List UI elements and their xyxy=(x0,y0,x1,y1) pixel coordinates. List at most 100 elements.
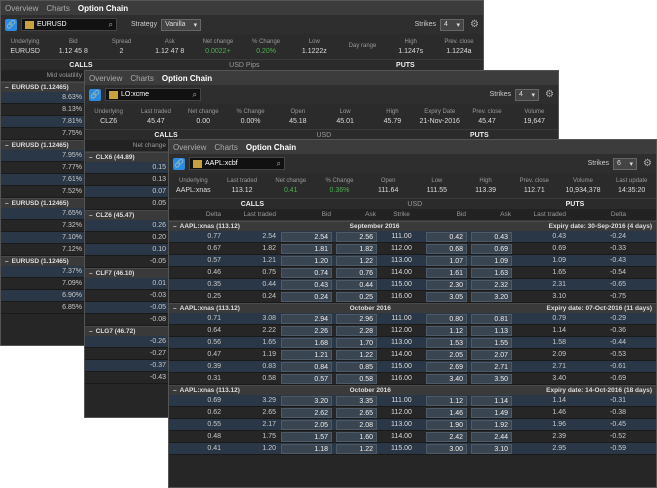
tab-option-chain[interactable]: Option Chain xyxy=(246,143,296,152)
cell-bid[interactable]: 2.05 xyxy=(281,419,332,430)
cell-bid[interactable]: 3.05 xyxy=(426,291,467,302)
cell-bid[interactable]: 1.90 xyxy=(426,419,467,430)
cell-ask[interactable]: 2.44 xyxy=(471,431,512,442)
gear-icon[interactable]: ⚙ xyxy=(643,158,652,169)
cell-ask[interactable]: 2.32 xyxy=(471,279,512,290)
symbol-input[interactable]: AAPL:xcbf ⌕ xyxy=(189,157,285,170)
cell-ask[interactable]: 2.65 xyxy=(336,407,377,418)
cell-ask[interactable]: 0.81 xyxy=(471,313,512,324)
collapse-icon[interactable]: – xyxy=(5,142,9,149)
collapse-icon[interactable]: – xyxy=(5,200,9,207)
strategy-select[interactable]: Vanilla ▾ xyxy=(161,18,202,31)
tab-overview[interactable]: Overview xyxy=(89,74,122,83)
cell-ask[interactable]: 1.60 xyxy=(336,431,377,442)
cell-bid[interactable]: 1.61 xyxy=(426,267,467,278)
collapse-icon[interactable]: – xyxy=(173,223,177,230)
cell-bid[interactable]: 0.74 xyxy=(281,267,332,278)
cell-ask[interactable]: 0.58 xyxy=(336,373,377,384)
cell-ask[interactable]: 2.96 xyxy=(336,313,377,324)
cell-bid[interactable]: 2.54 xyxy=(281,231,332,242)
cell-ask[interactable]: 1.70 xyxy=(336,337,377,348)
collapse-icon[interactable]: – xyxy=(89,328,93,335)
cell-ask[interactable]: 1.92 xyxy=(471,419,512,430)
column-strike[interactable]: Strike xyxy=(379,211,424,218)
tab-overview[interactable]: Overview xyxy=(5,4,38,13)
collapse-icon[interactable]: – xyxy=(89,270,93,277)
cell-bid[interactable]: 3.00 xyxy=(426,443,467,454)
cell-bid[interactable]: 1.21 xyxy=(281,349,332,360)
cell-ask[interactable]: 0.69 xyxy=(471,243,512,254)
cell-bid[interactable]: 0.42 xyxy=(426,231,467,242)
cell-bid[interactable]: 2.94 xyxy=(281,313,332,324)
strikes-select[interactable]: 6 ▾ xyxy=(613,157,638,170)
strikes-select[interactable]: 4 ▾ xyxy=(440,18,465,31)
cell-ask[interactable]: 0.85 xyxy=(336,361,377,372)
cell-bid[interactable]: 1.12 xyxy=(426,325,467,336)
tab-overview[interactable]: Overview xyxy=(173,143,206,152)
cell-ask[interactable]: 1.49 xyxy=(471,407,512,418)
cell-ask[interactable]: 2.08 xyxy=(336,419,377,430)
cell-bid[interactable]: 1.68 xyxy=(281,337,332,348)
cell-ask[interactable]: 3.35 xyxy=(336,395,377,406)
search-icon[interactable]: ⌕ xyxy=(193,90,197,100)
column-bid[interactable]: Bid xyxy=(279,211,334,218)
cell-bid[interactable]: 1.46 xyxy=(426,407,467,418)
column-last-traded[interactable]: Last traded xyxy=(514,211,569,218)
tab-charts[interactable]: Charts xyxy=(130,74,154,83)
cell-ask[interactable]: 1.09 xyxy=(471,255,512,266)
cell-ask[interactable]: 1.22 xyxy=(336,255,377,266)
cell-ask[interactable]: 1.22 xyxy=(336,349,377,360)
link-icon[interactable]: 🔗 xyxy=(89,88,101,101)
collapse-icon[interactable]: – xyxy=(5,258,9,265)
cell-bid[interactable]: 0.57 xyxy=(281,373,332,384)
link-icon[interactable]: 🔗 xyxy=(5,18,17,31)
cell-ask[interactable]: 0.25 xyxy=(336,291,377,302)
cell-bid[interactable]: 1.12 xyxy=(426,395,467,406)
column-ask[interactable]: Ask xyxy=(469,211,514,218)
cell-bid[interactable]: 2.42 xyxy=(426,431,467,442)
cell-ask[interactable]: 2.71 xyxy=(471,361,512,372)
cell-ask[interactable]: 1.22 xyxy=(336,443,377,454)
cell-ask[interactable]: 3.50 xyxy=(471,373,512,384)
search-icon[interactable]: ⌕ xyxy=(109,20,113,30)
collapse-icon[interactable]: – xyxy=(89,154,93,161)
cell-bid[interactable]: 1.20 xyxy=(281,255,332,266)
cell-bid[interactable]: 1.57 xyxy=(281,431,332,442)
column-delta[interactable]: Delta xyxy=(569,211,629,218)
cell-ask[interactable]: 1.13 xyxy=(471,325,512,336)
cell-bid[interactable]: 2.62 xyxy=(281,407,332,418)
collapse-icon[interactable]: – xyxy=(173,387,177,394)
cell-bid[interactable]: 0.43 xyxy=(281,279,332,290)
tab-option-chain[interactable]: Option Chain xyxy=(162,74,212,83)
cell-bid[interactable]: 1.07 xyxy=(426,255,467,266)
cell-ask[interactable]: 0.76 xyxy=(336,267,377,278)
gear-icon[interactable]: ⚙ xyxy=(545,89,554,100)
link-icon[interactable]: 🔗 xyxy=(173,157,185,170)
cell-bid[interactable]: 0.68 xyxy=(426,243,467,254)
cell-ask[interactable]: 0.44 xyxy=(336,279,377,290)
cell-bid[interactable]: 1.18 xyxy=(281,443,332,454)
tab-charts[interactable]: Charts xyxy=(46,4,70,13)
tab-charts[interactable]: Charts xyxy=(214,143,238,152)
cell-bid[interactable]: 2.26 xyxy=(281,325,332,336)
cell-ask[interactable]: 0.43 xyxy=(471,231,512,242)
collapse-icon[interactable]: – xyxy=(5,84,9,91)
cell-ask[interactable]: 1.82 xyxy=(336,243,377,254)
cell-bid[interactable]: 0.80 xyxy=(426,313,467,324)
column-last-traded[interactable]: Last traded xyxy=(224,211,279,218)
cell-ask[interactable]: 2.28 xyxy=(336,325,377,336)
cell-ask[interactable]: 1.14 xyxy=(471,395,512,406)
cell-ask[interactable]: 3.20 xyxy=(471,291,512,302)
cell-bid[interactable]: 3.20 xyxy=(281,395,332,406)
cell-ask[interactable]: 1.55 xyxy=(471,337,512,348)
cell-ask[interactable]: 2.07 xyxy=(471,349,512,360)
cell-bid[interactable]: 2.69 xyxy=(426,361,467,372)
gear-icon[interactable]: ⚙ xyxy=(470,19,479,30)
symbol-input[interactable]: LO:xcme ⌕ xyxy=(105,88,201,101)
column-ask[interactable]: Ask xyxy=(334,211,379,218)
column-delta[interactable]: Delta xyxy=(169,211,224,218)
symbol-input[interactable]: EURUSD ⌕ xyxy=(21,18,117,31)
column-bid[interactable]: Bid xyxy=(424,211,469,218)
cell-ask[interactable]: 1.63 xyxy=(471,267,512,278)
cell-bid[interactable]: 3.40 xyxy=(426,373,467,384)
